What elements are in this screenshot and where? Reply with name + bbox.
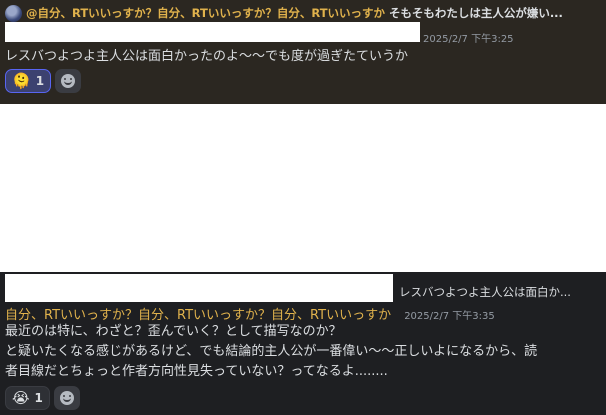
reply-avatar — [5, 4, 22, 22]
crying-face-emoji-icon: 😭 — [12, 389, 30, 407]
message-1: @自分、RTいいっすか？自分、RTいいっすか？自分、RTいいっすか そもそもわた… — [0, 0, 606, 104]
add-reaction-button[interactable] — [53, 386, 80, 410]
message-header-2: 自分、RTいいっすか？自分、RTいいっすか？自分、RTいいっすか 2025/2/… — [5, 304, 495, 323]
reactions-1: 🫠 1 — [5, 69, 82, 93]
message-line: と疑いたくなる感じがあるけど、でも結論的主人公が一番偉い～～正しいよになるから、… — [5, 344, 538, 359]
reaction-button[interactable]: 😭 1 — [5, 386, 50, 410]
reply-text[interactable]: レスバつよつよ主人公は面白か... — [399, 284, 571, 300]
reply-text[interactable]: そもそもわたしは主人公が嫌い... — [389, 5, 563, 21]
reaction-count: 1 — [35, 74, 45, 88]
message-body-1: レスバつよつよ主人公は面白かったのよ～～でも度が過ぎたていうか — [5, 49, 409, 64]
add-reaction-icon — [59, 391, 74, 405]
timestamp-2: 2025/2/7 下午3:35 — [404, 311, 495, 322]
add-reaction-button[interactable] — [55, 69, 82, 93]
reply-author[interactable]: @自分、RTいいっすか？自分、RTいいっすか？自分、RTいいっすか — [26, 5, 385, 21]
redacted-author-1 — [5, 22, 420, 42]
melting-face-emoji-icon: 🫠 — [12, 72, 31, 90]
reply-preview-1[interactable]: @自分、RTいいっすか？自分、RTいいっすか？自分、RTいいっすか そもそもわた… — [0, 3, 606, 23]
message-body-2: 最近のは特に、わざと？歪んでいく？として描写なのか？ と疑いたくなる感じがあるけ… — [5, 322, 595, 382]
add-reaction-icon — [61, 74, 76, 88]
reply-preview-2[interactable]: レスバつよつよ主人公は面白か... — [0, 281, 606, 301]
reaction-count: 1 — [34, 391, 43, 405]
author-name[interactable]: 自分、RTいいっすか？自分、RTいいっすか？自分、RTいいっすか — [5, 308, 391, 323]
reactions-2: 😭 1 — [5, 386, 80, 410]
timestamp-1: 2025/2/7 下午3:25 — [423, 34, 514, 45]
message-line: 者目線だとちょっと作者方向性見失っていない？ってなるよ........ — [5, 364, 388, 379]
message-line: 最近のは特に、わざと？歪んでいく？として描写なのか？ — [5, 324, 342, 339]
redacted-content — [0, 104, 606, 272]
reaction-button[interactable]: 🫠 1 — [5, 69, 52, 93]
